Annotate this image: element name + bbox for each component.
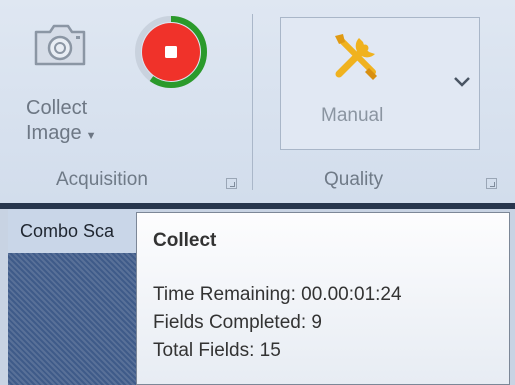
tooltip-title: Collect bbox=[153, 230, 217, 251]
chevron-down-icon[interactable] bbox=[453, 76, 471, 88]
time-remaining-text: Time Remaining: 00.00:01:24 bbox=[153, 284, 402, 305]
collect-label-line1: Collect bbox=[26, 97, 88, 119]
collect-image-button[interactable]: Collect Image ▼ bbox=[14, 10, 124, 160]
quality-group-label: Quality bbox=[324, 169, 384, 190]
fields-completed-text: Fields Completed: 9 bbox=[153, 312, 322, 333]
collect-image-label: Collect Image ▼ bbox=[26, 96, 96, 149]
acquisition-group: Collect Image ▼ Acquisition bbox=[0, 0, 252, 203]
collect-label-line2-text: Image bbox=[26, 122, 82, 144]
quality-dialog-launcher-icon[interactable] bbox=[486, 178, 497, 189]
quality-mode-button[interactable]: Manual bbox=[280, 17, 480, 150]
quality-group: Manual Quality bbox=[256, 0, 502, 203]
document-tab-label: Combo Sca bbox=[20, 221, 115, 241]
window-left-edge bbox=[0, 209, 8, 385]
total-fields-text: Total Fields: 15 bbox=[153, 340, 281, 361]
quality-mode-label: Manual bbox=[321, 105, 384, 126]
stop-square bbox=[165, 46, 177, 58]
scan-panel: Combo Sca bbox=[8, 209, 140, 385]
document-tab[interactable]: Combo Sca bbox=[8, 209, 140, 253]
camera-icon bbox=[34, 24, 86, 66]
group-separator bbox=[252, 14, 253, 190]
acquisition-group-label: Acquisition bbox=[56, 169, 148, 190]
stop-collection-button[interactable] bbox=[133, 14, 209, 90]
acquisition-dialog-launcher-icon[interactable] bbox=[226, 178, 237, 189]
collect-label-line2: Image ▼ bbox=[26, 121, 96, 149]
wrench-screwdriver-icon bbox=[335, 34, 377, 80]
collect-tooltip: Collect Time Remaining: 00.00:01:24 Fiel… bbox=[136, 212, 510, 385]
ribbon: Collect Image ▼ Acquisition Manual Quali… bbox=[0, 0, 515, 203]
dropdown-caret-icon[interactable]: ▼ bbox=[86, 130, 97, 142]
